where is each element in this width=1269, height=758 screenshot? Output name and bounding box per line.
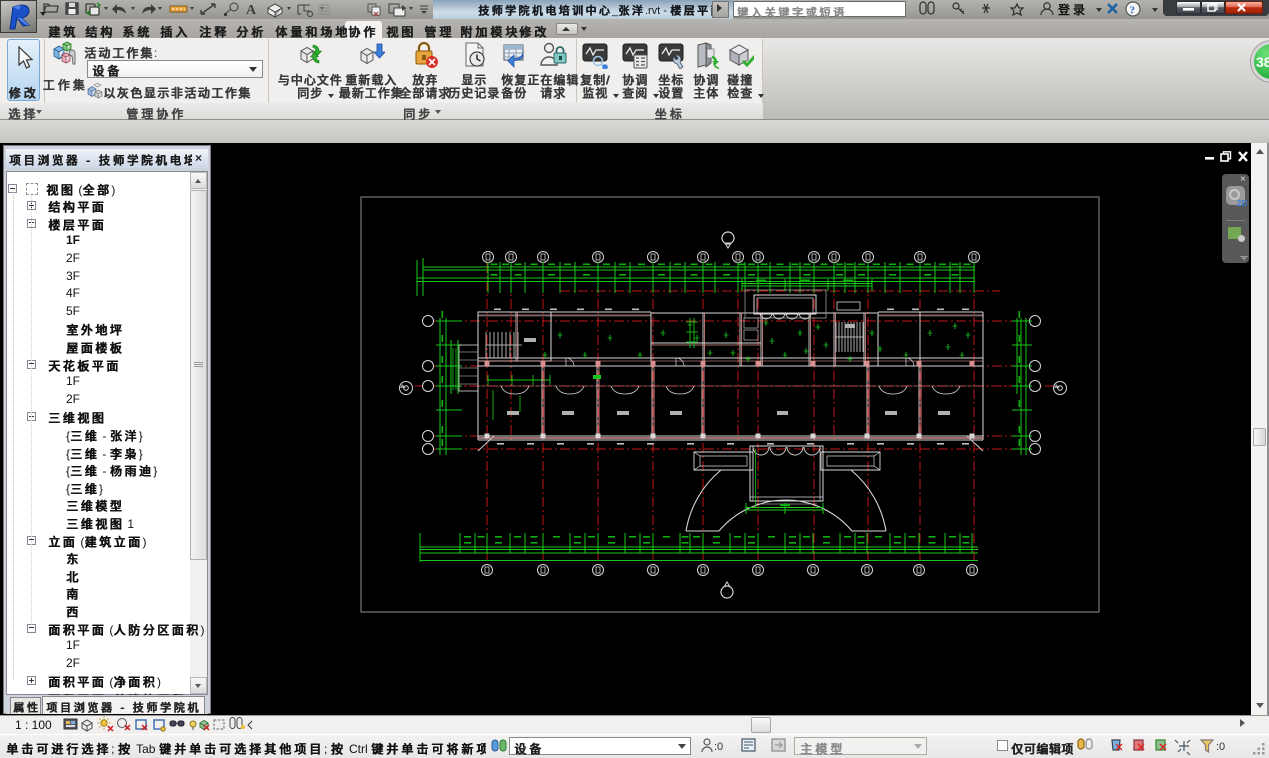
svg-text:登录: 登录 bbox=[1058, 2, 1088, 17]
svg-text::0: :0 bbox=[714, 741, 723, 753]
svg-text:?: ? bbox=[1130, 5, 1136, 17]
svg-text:A: A bbox=[246, 3, 257, 18]
svg-text::0: :0 bbox=[1216, 741, 1225, 753]
